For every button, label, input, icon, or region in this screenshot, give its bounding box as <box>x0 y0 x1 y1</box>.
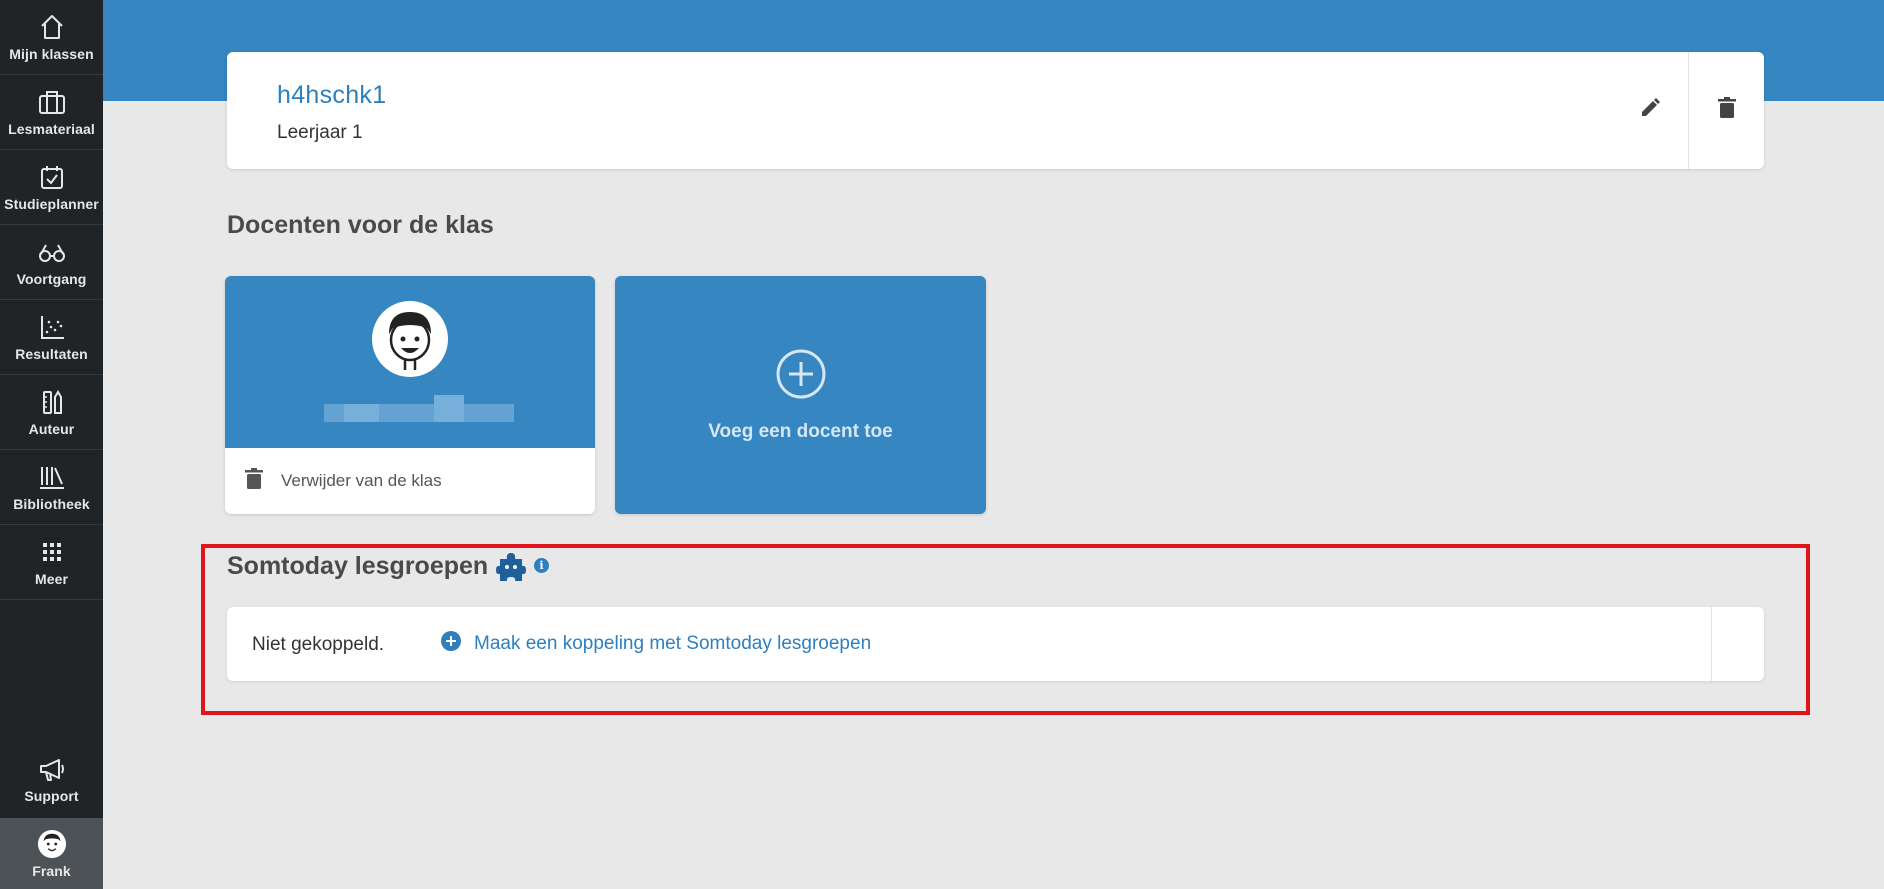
sidebar-item-bibliotheek[interactable]: Bibliotheek <box>0 450 103 525</box>
calendar-check-icon <box>37 162 67 192</box>
trash-icon <box>1717 97 1736 124</box>
sidebar-item-mijn-klassen[interactable]: Mijn klassen <box>0 0 103 75</box>
sidebar-item-resultaten[interactable]: Resultaten <box>0 300 103 375</box>
sidebar-item-label: Voortgang <box>16 271 87 287</box>
sidebar-item-meer[interactable]: Meer <box>0 525 103 600</box>
home-icon <box>37 12 67 42</box>
sidebar-item-voortgang[interactable]: Voortgang <box>0 225 103 300</box>
edit-class-button[interactable] <box>1612 52 1688 169</box>
divider <box>1711 607 1712 681</box>
sidebar-item-label: Frank <box>32 862 71 879</box>
teacher-card-header <box>225 276 595 448</box>
briefcase-icon <box>37 87 67 117</box>
plus-circle-icon <box>775 348 827 405</box>
sidebar-item-label: Bibliotheek <box>13 496 90 512</box>
megaphone-icon <box>37 754 67 784</box>
connect-somtoday-link[interactable]: Maak een koppeling met Somtoday lesgroep… <box>440 630 871 657</box>
library-icon <box>37 462 67 492</box>
sidebar-item-label: Resultaten <box>15 346 88 362</box>
sidebar: Mijn klassen Lesmateriaal Studieplanner … <box>0 0 103 889</box>
link-status: Niet gekoppeld. <box>252 634 385 655</box>
connect-somtoday-label: Maak een koppeling met Somtoday lesgroep… <box>474 632 872 654</box>
sidebar-item-label: Auteur <box>28 421 75 437</box>
puzzle-icon <box>496 551 526 588</box>
add-teacher-label: Voeg een docent toe <box>708 421 893 442</box>
sidebar-item-studieplanner[interactable]: Studieplanner <box>0 150 103 225</box>
sidebar-item-lesmateriaal[interactable]: Lesmateriaal <box>0 75 103 150</box>
class-year: Leerjaar 1 <box>277 122 363 143</box>
teacher-card: Verwijder van de klas <box>225 276 595 514</box>
sidebar-item-user[interactable]: Frank <box>0 818 103 889</box>
author-tools-icon <box>37 387 67 417</box>
add-teacher-button[interactable]: Voeg een docent toe <box>615 276 986 514</box>
trash-icon <box>245 467 263 495</box>
teacher-name-redacted <box>324 395 514 422</box>
teacher-avatar <box>372 301 448 377</box>
sidebar-item-support[interactable]: Support <box>0 741 103 816</box>
remove-teacher-label: Verwijder van de klas <box>281 471 442 490</box>
scatter-chart-icon <box>37 312 67 342</box>
grid-dots-icon <box>37 537 67 567</box>
sidebar-item-label: Lesmateriaal <box>8 121 95 137</box>
glasses-icon <box>37 237 67 267</box>
plus-circle-icon <box>440 630 462 657</box>
sidebar-item-auteur[interactable]: Auteur <box>0 375 103 450</box>
somtoday-section-title: Somtoday lesgroepen <box>227 552 489 580</box>
class-name: h4hschk1 <box>277 81 387 109</box>
teachers-section-title: Docenten voor de klas <box>227 211 494 239</box>
sidebar-item-label: Meer <box>34 571 69 587</box>
sidebar-item-label: Studieplanner <box>4 196 99 212</box>
remove-teacher-button[interactable]: Verwijder van de klas <box>225 448 595 514</box>
sidebar-item-label: Mijn klassen <box>9 46 94 62</box>
class-card: h4hschk1 Leerjaar 1 <box>227 52 1764 169</box>
pencil-icon <box>1639 97 1661 124</box>
info-icon[interactable]: i <box>534 558 549 573</box>
sidebar-item-label: Support <box>24 787 79 804</box>
somtoday-link-card: Niet gekoppeld. Maak een koppeling met S… <box>227 607 1764 681</box>
user-avatar-icon <box>37 829 67 859</box>
delete-class-button[interactable] <box>1688 52 1764 169</box>
